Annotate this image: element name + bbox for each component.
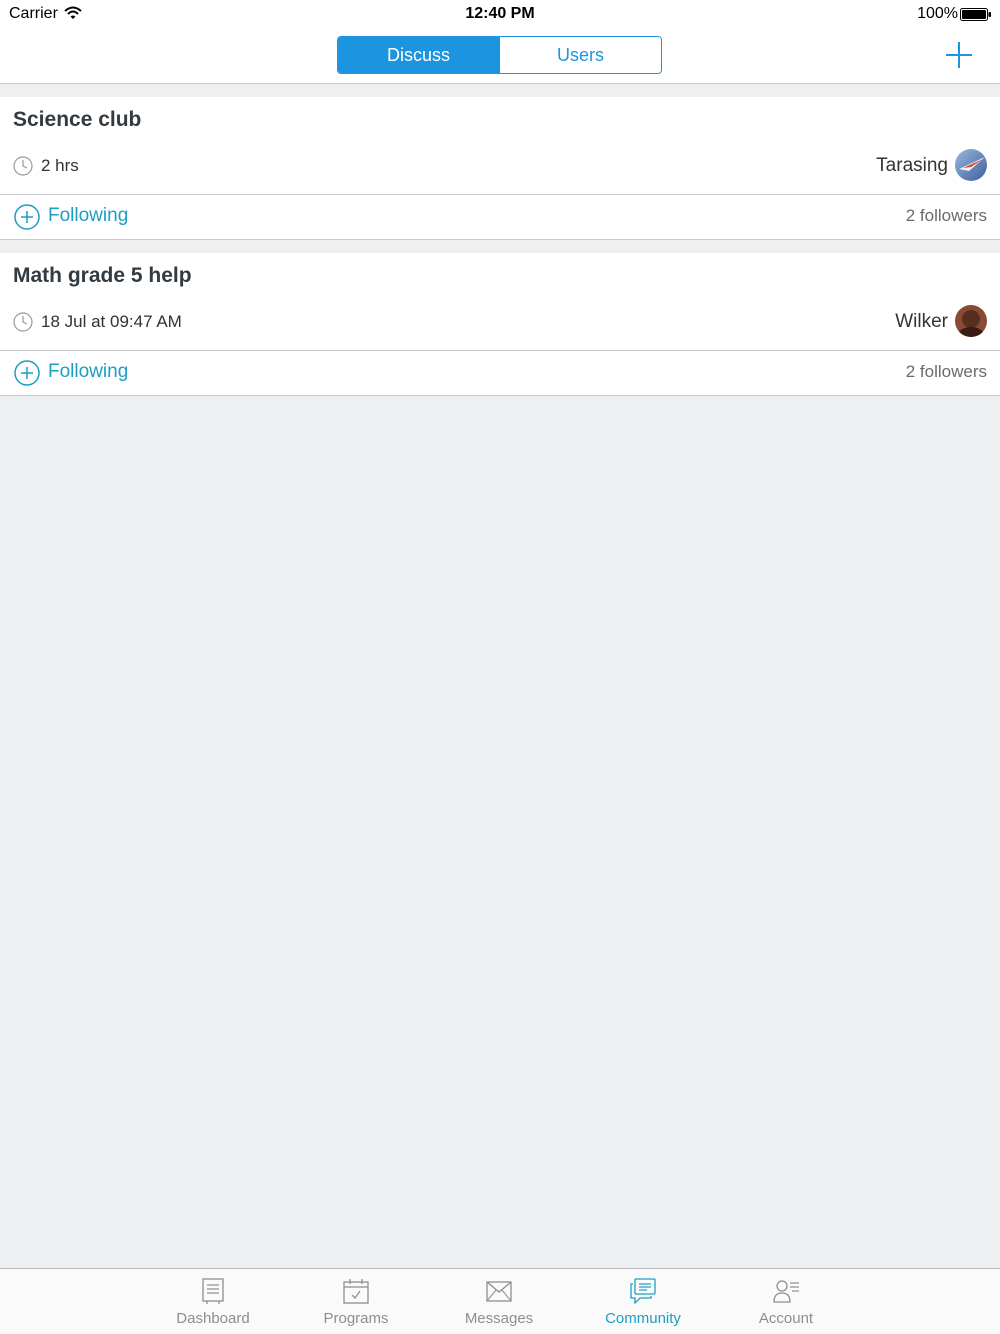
tab-label: Programs [323,1310,389,1327]
discussion-footer: Following 2 followers [0,351,1000,395]
avatar-image [955,305,987,337]
discussion-title: Science club [13,108,142,131]
followers-count: 2 followers [905,206,987,225]
envelope-icon [486,1281,512,1302]
tab-community[interactable]: Community [583,1269,703,1334]
discussion-title: Math grade 5 help [13,264,192,287]
following-button[interactable]: Following [48,205,128,227]
discussion-list: Science club 2 hrs Tarasing Following 2 … [0,97,1000,396]
segmented-control: Discuss Users [337,36,662,74]
following-button[interactable]: Following [48,361,128,383]
tab-label: Messages [464,1310,534,1327]
battery-percent: 100% [917,5,958,22]
calendar-icon [343,1279,369,1304]
discussion-card[interactable]: Math grade 5 help 18 Jul at 09:47 AM Wil… [0,253,1000,396]
chat-icon [630,1278,656,1305]
plus-circle-icon[interactable] [14,204,40,230]
discussion-time: 18 Jul at 09:47 AM [41,312,182,331]
status-time: 12:40 PM [465,5,535,22]
dashboard-icon [202,1278,224,1304]
discussion-header[interactable]: Math grade 5 help 18 Jul at 09:47 AM Wil… [0,253,1000,351]
clock-icon [13,156,33,176]
plus-circle-icon[interactable] [14,360,40,386]
tab-dashboard[interactable]: Dashboard [153,1269,273,1334]
tab-programs[interactable]: Programs [296,1269,416,1334]
segment-users[interactable]: Users [499,37,661,73]
discussion-card[interactable]: Science club 2 hrs Tarasing Following 2 … [0,97,1000,240]
battery-icon [960,8,991,21]
discussion-header[interactable]: Science club 2 hrs Tarasing [0,97,1000,195]
author-name: Tarasing [876,155,948,176]
followers-count: 2 followers [905,362,987,381]
tab-messages[interactable]: Messages [439,1269,559,1334]
tab-account[interactable]: Account [726,1269,846,1334]
avatar[interactable] [955,149,987,181]
tab-label: Account [758,1310,814,1327]
user-list-icon [773,1280,799,1303]
status-bar: Carrier 12:40 PM 100% [0,0,1000,28]
tab-label: Community [605,1310,681,1327]
discussion-time: 2 hrs [41,156,79,175]
author-name: Wilker [895,311,948,332]
add-icon[interactable] [944,40,974,70]
tab-bar: Dashboard Programs Messages Community Ac… [0,1268,1000,1334]
discussion-footer: Following 2 followers [0,195,1000,239]
clock-icon [13,312,33,332]
top-bar: Carrier 12:40 PM 100% Discuss Users [0,0,1000,84]
tab-label: Dashboard [176,1310,250,1327]
avatar[interactable] [955,305,987,337]
app-root: Carrier 12:40 PM 100% Discuss Users Scie… [0,0,1000,1334]
avatar-image [955,149,987,181]
segment-discuss[interactable]: Discuss [338,37,499,73]
